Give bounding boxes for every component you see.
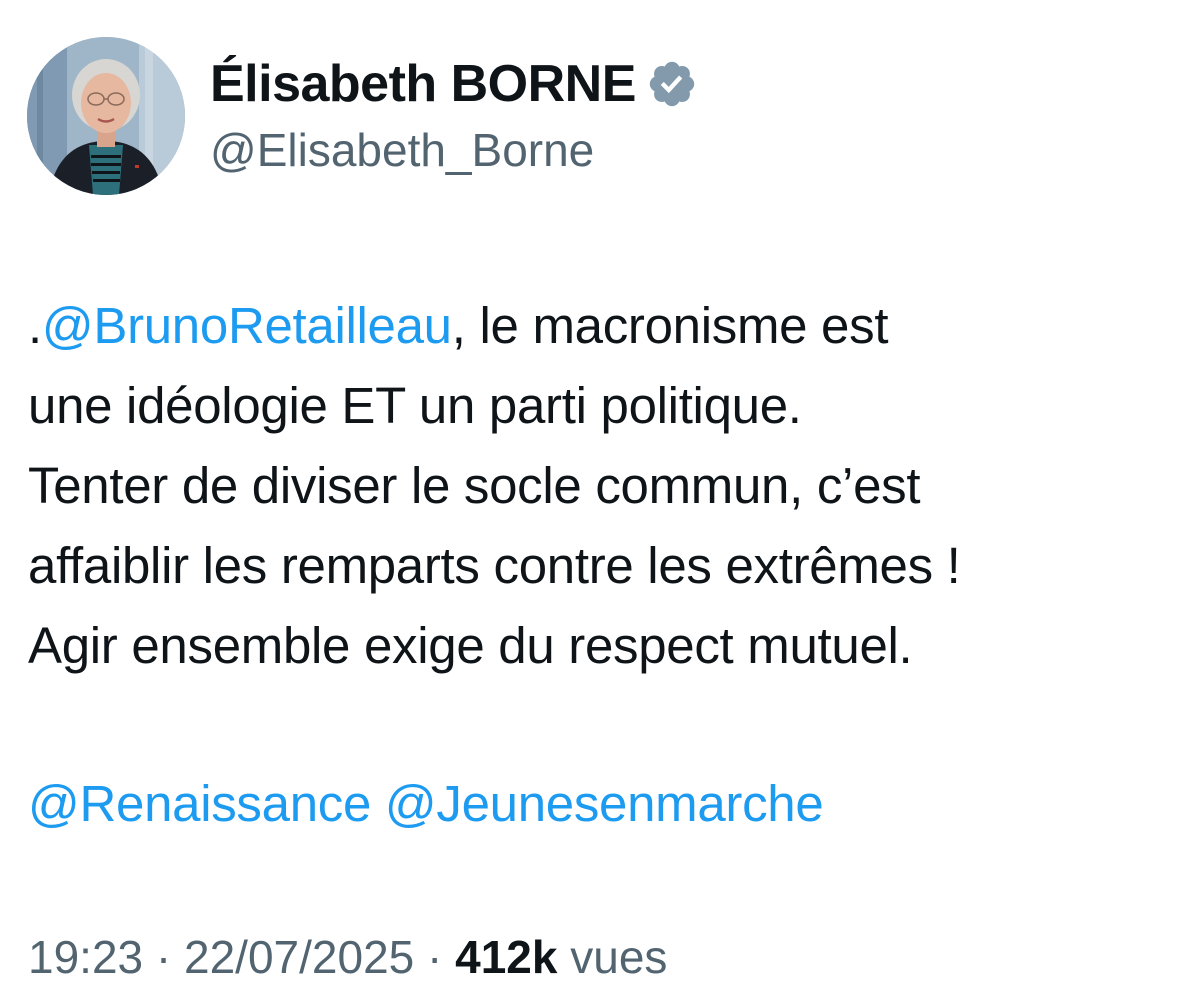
- meta-separator: ·: [155, 931, 172, 983]
- author-name-text[interactable]: Élisabeth BORNE: [210, 52, 636, 116]
- author-handle[interactable]: @Elisabeth_Borne: [210, 120, 594, 180]
- views-label: vues: [570, 931, 668, 983]
- avatar-photo: [27, 37, 185, 195]
- tweet-prefix: .: [28, 297, 42, 354]
- meta-separator: ·: [427, 931, 443, 983]
- tweet-time[interactable]: 19:23: [28, 931, 143, 983]
- tweet: Élisabeth BORNE @Elisabeth_Borne .@Bruno…: [0, 0, 1179, 1006]
- author-name[interactable]: Élisabeth BORNE: [210, 52, 698, 116]
- tweet-line-2: une idéologie ET un parti politique.: [28, 377, 802, 434]
- views-count[interactable]: 412k: [455, 931, 557, 983]
- mention-link[interactable]: @Renaissance: [28, 775, 371, 832]
- tweet-text-segment: , le macronisme est: [451, 297, 889, 354]
- tweet-line-1: .@BrunoRetailleau, le macronisme est: [28, 286, 1168, 366]
- tweet-line-4: affaiblir les remparts contre les extrêm…: [28, 537, 961, 594]
- avatar[interactable]: [27, 37, 185, 195]
- mention-link[interactable]: @BrunoRetailleau: [42, 297, 452, 354]
- tweet-line-5: Agir ensemble exige du respect mutuel.: [28, 617, 913, 674]
- tweet-date[interactable]: 22/07/2025: [184, 931, 414, 983]
- mention-link[interactable]: @Jeunesenmarche: [385, 775, 824, 832]
- tweet-mentions: @Renaissance @Jeunesenmarche: [28, 764, 824, 844]
- tweet-text: .@BrunoRetailleau, le macronisme est une…: [28, 286, 1168, 686]
- tweet-line-3: Tenter de diviser le socle commun, c’est: [28, 457, 921, 514]
- tweet-meta: 19:23 · 22/07/2025 · 412k vues: [28, 925, 667, 989]
- verified-badge-icon: [649, 61, 695, 107]
